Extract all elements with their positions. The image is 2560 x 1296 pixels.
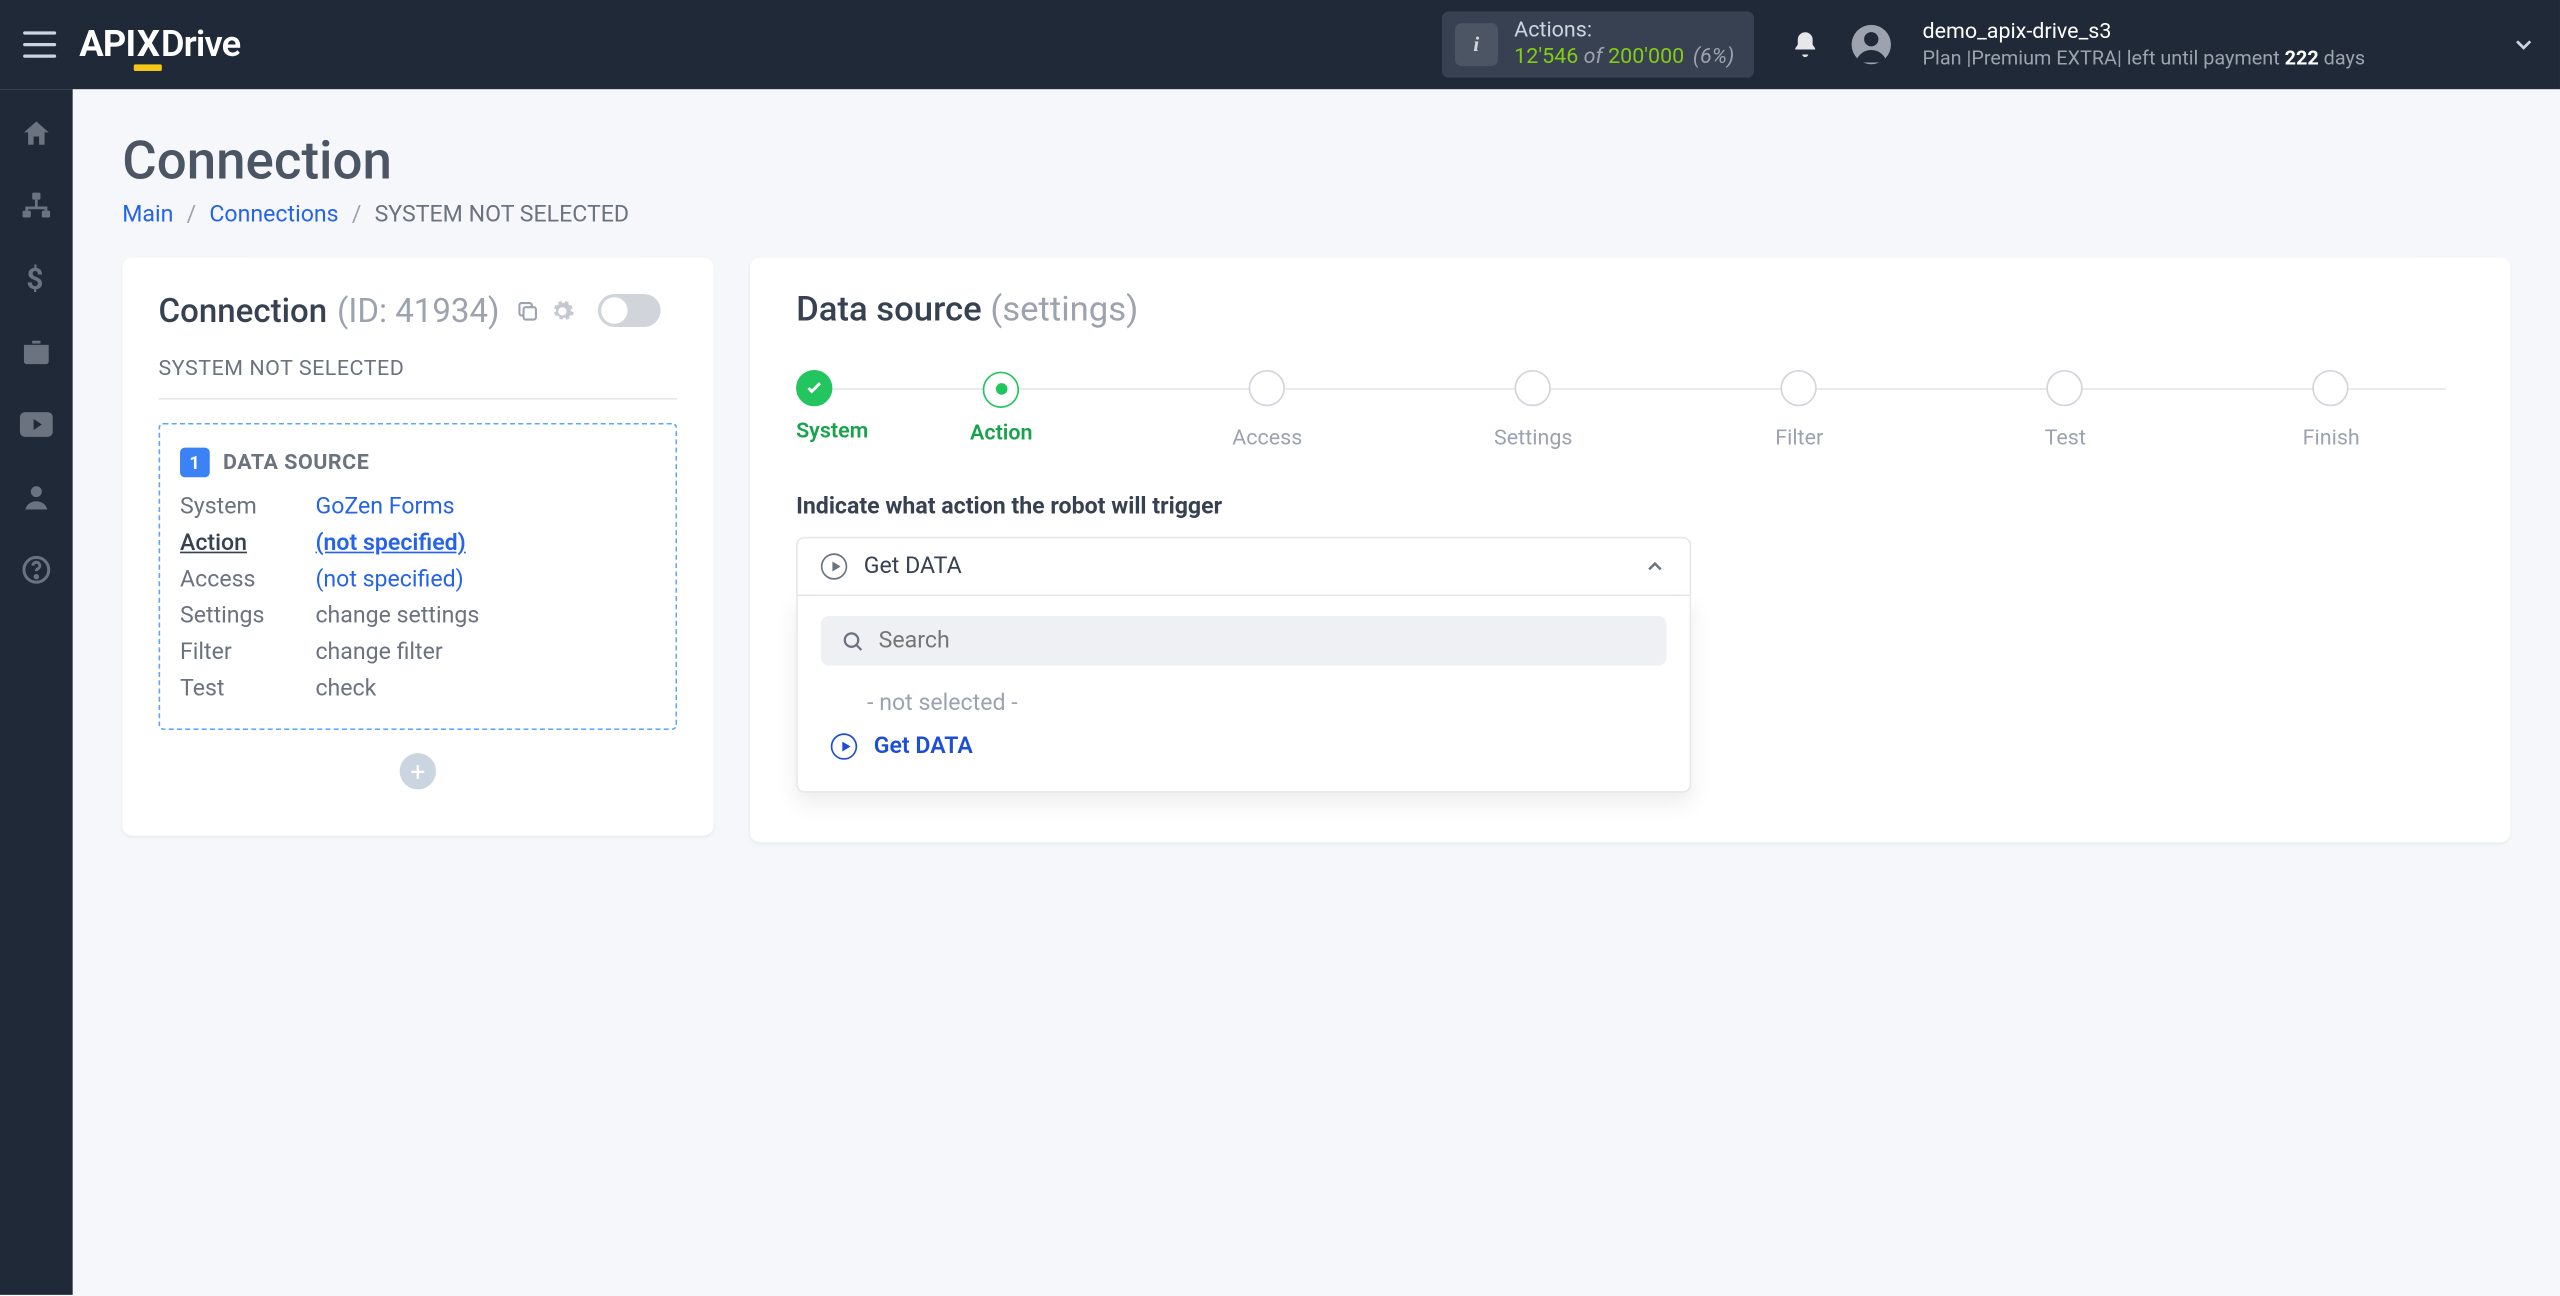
crumb-current: SYSTEM NOT SELECTED <box>375 201 630 227</box>
step-finish[interactable]: Finish <box>2198 370 2464 451</box>
nav-user-icon[interactable] <box>18 479 54 515</box>
ds-key-test: Test <box>180 676 315 702</box>
action-search-input[interactable] <box>879 628 1647 654</box>
nav-briefcase-icon[interactable] <box>18 334 54 370</box>
add-destination-button[interactable]: + <box>400 753 436 789</box>
crumb-main[interactable]: Main <box>122 201 173 227</box>
chevron-down-icon[interactable] <box>2510 31 2536 57</box>
breadcrumb: Main / Connections / SYSTEM NOT SELECTED <box>122 201 2510 227</box>
content: Connection Main / Connections / SYSTEM N… <box>73 89 2560 1295</box>
ds-val-filter: change filter <box>315 639 655 665</box>
step-label: Test <box>1932 426 2198 451</box>
step-action[interactable]: Action <box>868 370 1134 445</box>
step-label: Action <box>868 420 1134 445</box>
main-subtitle: (settings) <box>990 291 1138 331</box>
step-label: Filter <box>1666 426 1932 451</box>
user-plan: Plan |Premium EXTRA| left until payment … <box>1923 46 2366 70</box>
user-name: demo_apix-drive_s3 <box>1923 20 2366 46</box>
ds-key-access: Access <box>180 566 315 592</box>
menu-toggle[interactable] <box>23 31 56 57</box>
step-label: Access <box>1134 426 1400 451</box>
nav-home-icon[interactable] <box>18 116 54 152</box>
actions-total: 200'000 <box>1608 45 1684 70</box>
action-dropdown: - not selected - Get DATA <box>796 596 1691 793</box>
nav-youtube-icon[interactable] <box>18 406 54 442</box>
stepper: SystemActionAccessSettingsFilterTestFini… <box>796 370 2464 451</box>
actions-label: Actions: <box>1514 18 1734 45</box>
search-icon <box>841 628 866 653</box>
logo-part-x: X <box>137 24 159 65</box>
user-block[interactable]: demo_apix-drive_s3 Plan |Premium EXTRA| … <box>1923 20 2366 70</box>
ds-val-system[interactable]: GoZen Forms <box>315 494 655 520</box>
left-rail: $ <box>0 89 73 1295</box>
step-label: Finish <box>2198 426 2464 451</box>
ds-key-action: Action <box>180 530 315 556</box>
data-source-box: 1 DATA SOURCE SystemGoZen FormsAction(no… <box>159 423 678 730</box>
connection-card-title: Connection <box>159 291 328 331</box>
svg-text:$: $ <box>26 263 43 296</box>
connection-status: SYSTEM NOT SELECTED <box>159 357 678 382</box>
step-filter[interactable]: Filter <box>1666 370 1932 451</box>
action-select: Get DATA - not selected - Get DATA <box>796 537 1691 793</box>
connection-toggle[interactable] <box>599 294 662 327</box>
nav-help-icon[interactable] <box>18 552 54 588</box>
option-get-data[interactable]: Get DATA <box>821 725 1667 768</box>
step-access[interactable]: Access <box>1134 370 1400 451</box>
actions-count: 12'546 <box>1514 45 1578 70</box>
ds-key-filter: Filter <box>180 639 315 665</box>
step-label: Settings <box>1400 426 1666 451</box>
gear-icon[interactable] <box>551 298 576 323</box>
actions-pct: (6%) <box>1693 45 1734 70</box>
chevron-up-icon <box>1643 555 1666 578</box>
actions-counter[interactable]: i Actions: 12'546 of 200'000 (6%) <box>1442 11 1755 78</box>
nav-billing-icon[interactable]: $ <box>18 261 54 297</box>
copy-icon[interactable] <box>516 298 541 323</box>
logo-part-drive: Drive <box>161 24 241 65</box>
crumb-connections[interactable]: Connections <box>209 201 338 227</box>
avatar-icon[interactable] <box>1850 23 1893 66</box>
data-source-title: DATA SOURCE <box>223 450 369 475</box>
data-source-settings-card: Data source (settings) SystemActionAcces… <box>750 258 2511 843</box>
ds-key-system: System <box>180 494 315 520</box>
step-system[interactable]: System <box>796 370 868 444</box>
step-label: System <box>796 420 868 445</box>
logo-part-api: API <box>79 24 135 65</box>
main-title: Data source <box>796 291 982 331</box>
logo[interactable]: APIXDrive <box>79 24 240 65</box>
play-icon <box>831 733 857 759</box>
actions-of: of <box>1584 45 1603 70</box>
ds-key-settings: Settings <box>180 603 315 629</box>
step-test[interactable]: Test <box>1932 370 2198 451</box>
nav-sitemap-icon[interactable] <box>18 188 54 224</box>
ds-val-access[interactable]: (not specified) <box>315 566 655 592</box>
info-icon: i <box>1455 23 1498 66</box>
connection-card: Connection (ID: 41934) SYSTEM NOT SELECT… <box>122 258 713 836</box>
notifications-icon[interactable] <box>1790 30 1820 60</box>
ds-val-test: check <box>315 676 655 702</box>
option-not-selected[interactable]: - not selected - <box>821 682 1667 725</box>
action-select-head[interactable]: Get DATA <box>796 537 1691 596</box>
play-icon <box>821 553 847 579</box>
step-settings[interactable]: Settings <box>1400 370 1666 451</box>
data-source-badge: 1 <box>180 448 210 478</box>
action-instruction: Indicate what action the robot will trig… <box>796 494 2464 520</box>
ds-val-action[interactable]: (not specified) <box>315 530 655 556</box>
page-title: Connection <box>122 129 2510 192</box>
connection-id: (ID: 41934) <box>337 291 500 331</box>
action-selected-value: Get DATA <box>864 553 962 579</box>
ds-val-settings: change settings <box>315 603 655 629</box>
action-search[interactable] <box>821 616 1667 666</box>
top-bar: APIXDrive i Actions: 12'546 of 200'000 (… <box>0 0 2560 89</box>
